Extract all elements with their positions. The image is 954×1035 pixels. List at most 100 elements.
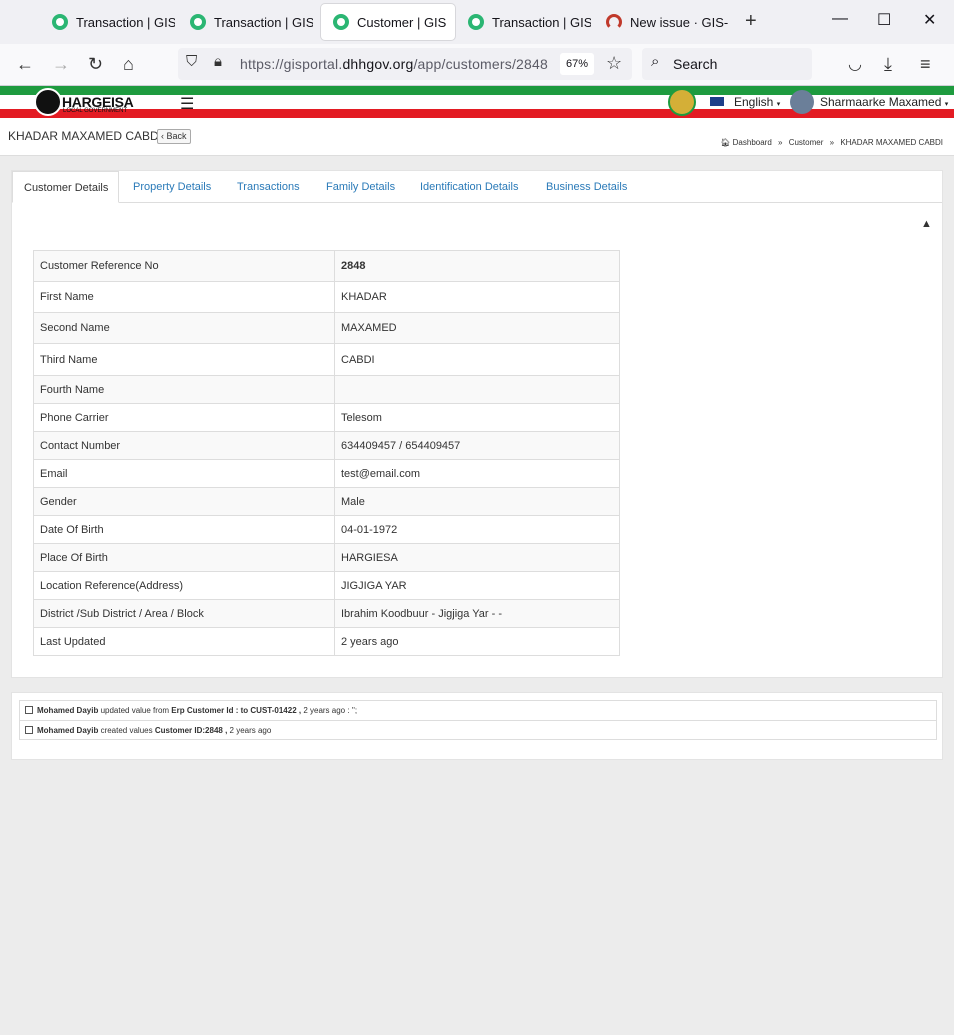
field-label: Contact Number [33, 431, 335, 460]
field-value: Ibrahim Koodbuur - Jigjiga Yar - - [334, 599, 620, 628]
tab-property-details[interactable]: Property Details [133, 171, 211, 203]
minimize-icon[interactable]: — [832, 10, 848, 28]
field-label: Location Reference(Address) [33, 571, 335, 600]
table-row: Third Name CABDI [33, 343, 620, 376]
tab-customer-details[interactable]: Customer Details [12, 171, 120, 203]
logo-icon[interactable] [34, 88, 62, 116]
lock-icon[interactable]: 🔒︎ [214, 53, 222, 70]
field-value: 2848 [334, 250, 620, 282]
gis-favicon-icon [190, 14, 206, 30]
table-row: Email test@email.com [33, 459, 620, 488]
breadcrumb-dashboard[interactable]: Dashboard [733, 138, 772, 147]
gis-favicon-icon [468, 14, 484, 30]
browser-tab[interactable]: Transaction | GIS P [456, 4, 591, 40]
back-button[interactable]: ‹ Back [157, 129, 191, 144]
pocket-icon[interactable]: ◡ [848, 54, 862, 74]
home-icon[interactable]: ⌂ [123, 54, 134, 75]
flag-stripe-red [0, 109, 954, 118]
list-item: Mohamed Dayib created values Customer ID… [20, 720, 936, 740]
page-title: KHADAR MAXAMED CABDI [8, 129, 163, 143]
browser-tab[interactable]: Transaction | GIS P [40, 4, 175, 40]
field-value: test@email.com [334, 459, 620, 488]
table-row: Customer Reference No 2848 [33, 250, 620, 282]
close-tab-icon[interactable]: ✕ [454, 14, 455, 31]
browser-tab-title: Transaction | GIS P [214, 14, 313, 30]
collapse-chevron-up-icon[interactable]: ▲ [921, 218, 932, 230]
customer-details-table: Customer Reference No 2848 First Name KHAD… [33, 250, 620, 656]
reload-icon[interactable]: ↻ [88, 54, 103, 75]
language-dropdown[interactable]: English ▾ [734, 95, 780, 109]
table-row: Gender Male [33, 487, 620, 516]
field-label: Third Name [33, 343, 335, 376]
tab-transactions[interactable]: Transactions [237, 171, 300, 203]
field-label: Fourth Name [33, 375, 335, 404]
browser-tab-title: Transaction | GIS P [492, 14, 591, 30]
tab-business-details[interactable]: Business Details [546, 171, 627, 203]
field-value: Telesom [334, 403, 620, 432]
sidebar-toggle-icon[interactable]: ☰ [180, 94, 194, 114]
breadcrumb: 🏠︎ Dashboard » Customer » KHADAR MAXAMED… [720, 138, 943, 147]
field-label: Place Of Birth [33, 543, 335, 572]
browser-tab[interactable]: New issue · GIS-H [594, 4, 729, 40]
field-value: Male [334, 487, 620, 516]
edit-icon [25, 706, 33, 714]
field-label: First Name [33, 281, 335, 313]
menu-icon[interactable]: ≡ [920, 54, 931, 75]
browser-tab-active[interactable]: Customer | GIS ✕ [321, 4, 455, 40]
browser-tab-title: Customer | GIS [357, 14, 447, 30]
activity-log: Mohamed Dayib updated value from Erp Cus… [19, 700, 937, 740]
browser-tab[interactable]: Transaction | GIS P [178, 4, 313, 40]
table-row: First Name KHADAR [33, 281, 620, 313]
field-label: Customer Reference No [33, 250, 335, 282]
list-item: Mohamed Dayib updated value from Erp Cus… [20, 701, 936, 721]
user-menu-dropdown[interactable]: Sharmaarke Maxamed ▾ [820, 95, 948, 109]
customer-card: Customer Details Property Details Transa… [11, 170, 943, 678]
field-value: KHADAR [334, 281, 620, 313]
browser-tab-strip: Transaction | GIS P Transaction | GIS P … [0, 0, 954, 44]
field-value [334, 375, 620, 404]
field-label: Email [33, 459, 335, 488]
forward-arrow-icon[interactable]: → [52, 54, 70, 75]
tab-family-details[interactable]: Family Details [326, 171, 395, 203]
url-bar[interactable]: ⛉ 🔒︎ https://gisportal.dhhgov.org/app/cu… [178, 48, 632, 80]
field-value: HARGIESA [334, 543, 620, 572]
zoom-level-button[interactable]: 67% [560, 53, 595, 75]
bookmark-star-icon[interactable]: ☆ [606, 53, 622, 74]
close-window-icon[interactable]: ✕ [923, 10, 936, 30]
avatar[interactable] [790, 90, 814, 114]
download-icon[interactable]: ⤓ [884, 54, 892, 75]
redmine-favicon-icon [606, 14, 622, 30]
home-crumb-icon: 🏠︎ [720, 138, 731, 147]
browser-tab-title: New issue · GIS-H [630, 14, 729, 30]
page-title-bar: KHADAR MAXAMED CABDI ‹ Back 🏠︎ Dashboard… [0, 118, 954, 156]
field-label: Gender [33, 487, 335, 516]
tab-identification-details[interactable]: Identification Details [420, 171, 518, 203]
new-tab-plus-icon[interactable]: + [745, 10, 757, 33]
field-value: 04-01-1972 [334, 515, 620, 544]
detail-tabs: Customer Details Property Details Transa… [12, 171, 942, 203]
browser-nav-bar: ← → ↻ ⌂ ⛉ 🔒︎ https://gisportal.dhhgov.or… [0, 44, 954, 86]
search-icon: ⌕ [651, 53, 660, 70]
table-row: Last Updated 2 years ago [33, 627, 620, 656]
field-label: Second Name [33, 312, 335, 344]
browser-tab-title: Transaction | GIS P [76, 14, 175, 30]
edit-icon [25, 726, 33, 734]
field-value: 634409457 / 654409457 [334, 431, 620, 460]
table-row: Fourth Name [33, 375, 620, 404]
breadcrumb-customer[interactable]: Customer [789, 138, 824, 147]
maximize-icon[interactable]: ☐ [877, 10, 891, 30]
back-arrow-icon[interactable]: ← [16, 54, 34, 75]
app-header: HARGEISA LOCAL GOVERNMENT ☰ English ▾ Sh… [0, 86, 954, 118]
chevron-left-icon: ‹ [161, 131, 164, 141]
shield-icon[interactable]: ⛉ [186, 53, 197, 70]
field-value: MAXAMED [334, 312, 620, 344]
search-placeholder: Search [673, 56, 718, 72]
uk-flag-icon [710, 97, 724, 106]
field-label: Last Updated [33, 627, 335, 656]
table-row: Place Of Birth HARGIESA [33, 543, 620, 572]
field-label: District /Sub District / Area / Block [33, 599, 335, 628]
field-value: 2 years ago [334, 627, 620, 656]
gis-favicon-icon [333, 14, 349, 30]
table-row: Date Of Birth 04-01-1972 [33, 515, 620, 544]
browser-search-input[interactable]: ⌕ Search [642, 48, 812, 80]
